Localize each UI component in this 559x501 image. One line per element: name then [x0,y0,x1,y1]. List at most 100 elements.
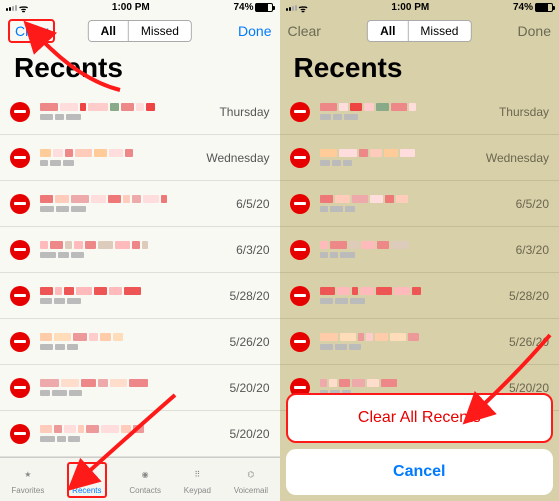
list-item[interactable]: 5/20/20 [0,365,280,411]
screenshot-1-edit-mode: ᯤ 1:00 PM 74% Clear All Missed Done Rece… [0,0,280,501]
page-title: Recents [0,47,280,89]
call-filter-segment[interactable]: All Missed [88,20,192,42]
redacted-name [40,287,219,295]
list-item[interactable]: 5/20/20 [0,411,280,457]
cancel-button[interactable]: Cancel [286,449,554,495]
redacted-name [40,195,226,203]
segment-all[interactable]: All [89,21,129,41]
call-date: 5/28/20 [229,289,269,303]
tab-favorites[interactable]: ★Favorites [11,465,44,495]
list-item[interactable]: Thursday [0,89,280,135]
delete-minus-icon[interactable] [290,240,310,260]
call-info [40,149,196,166]
redacted-label [40,206,226,212]
delete-minus-icon[interactable] [290,286,310,306]
call-info [40,241,226,258]
delete-minus-icon[interactable] [10,332,30,352]
tab-keypad[interactable]: ⠿Keypad [184,465,211,495]
list-item[interactable]: 6/5/20 [0,181,280,227]
recents-list: Thursday Wednesday 6/5/20 6/3/20 5/28/20 5/26… [280,89,559,411]
call-date: Wednesday [486,151,549,165]
redacted-label [320,206,506,212]
list-item[interactable]: Thursday [280,89,559,135]
list-item[interactable]: Wednesday [280,135,559,181]
redacted-label [40,390,219,396]
list-item[interactable]: 6/3/20 [280,227,559,273]
list-item[interactable]: Wednesday [0,135,280,181]
delete-minus-icon[interactable] [290,148,310,168]
delete-minus-icon[interactable] [10,148,30,168]
battery-icon [535,3,553,12]
signal-icon [286,5,297,11]
status-time: 1:00 PM [112,2,150,13]
delete-minus-icon[interactable] [290,194,310,214]
call-date: Thursday [219,105,269,119]
call-info [320,287,499,304]
redacted-label [320,344,499,350]
delete-minus-icon[interactable] [10,286,30,306]
list-item[interactable]: 5/26/20 [0,319,280,365]
call-date: Thursday [499,105,549,119]
action-sheet: Clear All Recents Cancel [280,381,559,501]
delete-minus-icon[interactable] [10,102,30,122]
tab-voicemail[interactable]: ⌬Voicemail [234,465,268,495]
voicemail-icon: ⌬ [241,465,261,485]
list-item[interactable]: 6/5/20 [280,181,559,227]
call-date: 6/3/20 [236,243,269,257]
call-date: 5/20/20 [229,427,269,441]
clear-all-recents-button[interactable]: Clear All Recents [286,393,554,443]
call-filter-segment[interactable]: All Missed [367,20,471,42]
tab-contacts[interactable]: ◉Contacts [129,465,161,495]
redacted-name [40,149,196,157]
call-date: Wednesday [206,151,269,165]
redacted-name [320,287,499,295]
tab-recents[interactable]: 🕐Recents [67,462,106,498]
segment-all[interactable]: All [368,21,408,41]
redacted-label [40,344,219,350]
screenshot-2-action-sheet: ᯤ 1:00 PM 74% Clear All Missed Done Rece… [280,0,559,501]
redacted-label [40,252,226,258]
call-date: 6/3/20 [516,243,549,257]
star-icon: ★ [18,465,38,485]
status-bar: ᯤ 1:00 PM 74% [280,0,559,15]
redacted-name [40,103,209,111]
done-button[interactable]: Done [518,23,551,39]
redacted-name [320,333,499,341]
clear-button[interactable]: Clear [288,23,321,39]
redacted-name [40,425,219,433]
call-date: 6/5/20 [236,197,269,211]
redacted-label [320,160,476,166]
list-item[interactable]: 5/28/20 [280,273,559,319]
redacted-label [40,160,196,166]
status-bar: ᯤ 1:00 PM 74% [0,0,280,15]
signal-icon [6,5,17,11]
delete-minus-icon[interactable] [290,102,310,122]
call-date: 5/26/20 [509,335,549,349]
call-date: 5/28/20 [509,289,549,303]
wifi-icon: ᯤ [19,1,28,15]
redacted-name [40,379,219,387]
wifi-icon: ᯤ [299,1,308,15]
redacted-name [40,333,219,341]
call-info [40,333,219,350]
clear-button[interactable]: Clear [8,19,55,43]
list-item[interactable]: 6/3/20 [0,227,280,273]
redacted-label [40,114,209,120]
list-item[interactable]: 5/28/20 [0,273,280,319]
delete-minus-icon[interactable] [10,240,30,260]
redacted-label [320,298,499,304]
delete-minus-icon[interactable] [10,194,30,214]
segment-missed[interactable]: Missed [129,21,191,41]
call-info [40,195,226,212]
delete-minus-icon[interactable] [290,332,310,352]
call-info [40,425,219,442]
redacted-label [40,298,219,304]
done-button[interactable]: Done [238,23,271,39]
call-info [320,333,499,350]
delete-minus-icon[interactable] [10,378,30,398]
redacted-name [320,103,489,111]
delete-minus-icon[interactable] [10,424,30,444]
list-item[interactable]: 5/26/20 [280,319,559,365]
redacted-label [320,114,489,120]
segment-missed[interactable]: Missed [408,21,470,41]
